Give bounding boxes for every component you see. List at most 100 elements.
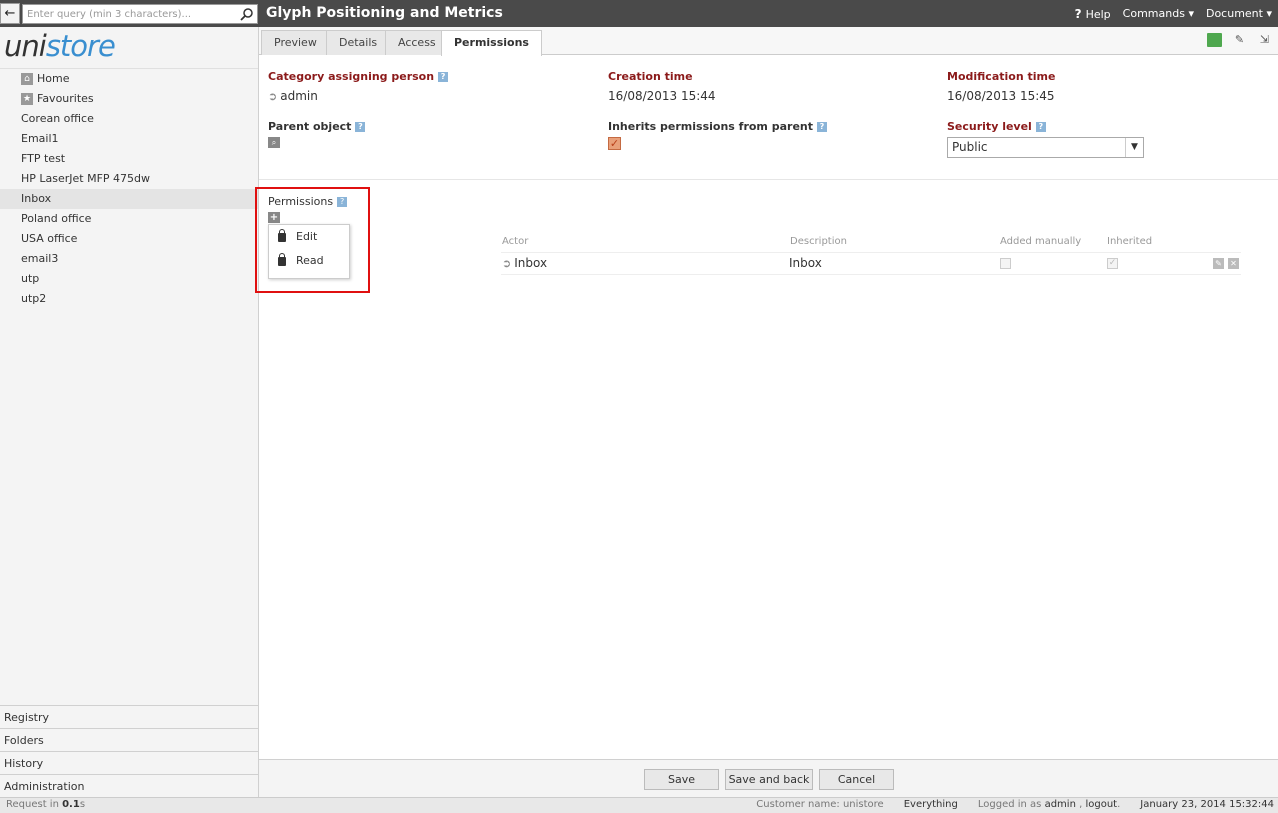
- sidebar-item-poland-office[interactable]: Poland office: [0, 209, 258, 229]
- status-bar: Request in 0.1s Customer name: unistore …: [0, 797, 1278, 813]
- sidebar-item-label: Favourites: [37, 92, 94, 105]
- column-header-actor[interactable]: Actor: [502, 236, 528, 247]
- modification-time-value: 16/08/2013 15:45: [947, 89, 1055, 103]
- sidebar-item-label: utp2: [21, 292, 47, 305]
- sidebar-item-hp-laserjet[interactable]: HP LaserJet MFP 475dw: [0, 169, 258, 189]
- everything-link[interactable]: Everything: [904, 799, 958, 810]
- cancel-button[interactable]: Cancel: [819, 769, 894, 790]
- link-arrow-icon: ➲: [268, 90, 278, 103]
- sidebar-item-email1[interactable]: Email1: [0, 129, 258, 149]
- sidebar-item-label: HP LaserJet MFP 475dw: [21, 172, 151, 185]
- save-and-back-button[interactable]: Save and back: [725, 769, 813, 790]
- status-right: Customer name: unistore Everything Logge…: [756, 799, 1274, 810]
- tab-preview[interactable]: Preview: [261, 30, 330, 55]
- document-menu[interactable]: Document ▾: [1206, 7, 1272, 21]
- modification-time-label: Modification time: [947, 70, 1056, 83]
- parent-object-label-text: Parent object: [268, 120, 352, 133]
- category-person-label: Category assigning person?: [268, 70, 449, 83]
- save-button[interactable]: Save: [644, 769, 719, 790]
- help-icon[interactable]: ?: [817, 122, 827, 132]
- page-title: Glyph Positioning and Metrics: [266, 5, 503, 21]
- request-unit: s: [79, 799, 86, 810]
- section-divider: [259, 179, 1278, 180]
- parent-object-label: Parent object?: [268, 120, 366, 133]
- sidebar-item-favourites[interactable]: ★ Favourites: [0, 89, 258, 109]
- inherits-label: Inherits permissions from parent?: [608, 120, 827, 133]
- sidebar: unistore ⌂ Home ★ Favourites Corean office…: [0, 27, 259, 797]
- category-person-text[interactable]: admin: [280, 89, 318, 103]
- sidebar-item-ftp-test[interactable]: FTP test: [0, 149, 258, 169]
- customer-name: Customer name: unistore: [756, 799, 884, 810]
- panel-registry[interactable]: Registry: [0, 705, 258, 728]
- category-person-value: ➲ admin: [268, 89, 318, 103]
- inherits-checkbox[interactable]: ✓: [608, 137, 621, 150]
- sidebar-item-email3[interactable]: email3: [0, 249, 258, 269]
- tab-access[interactable]: Access: [385, 30, 449, 55]
- tab-permissions[interactable]: Permissions: [441, 30, 542, 56]
- sidebar-item-label: Poland office: [21, 212, 92, 225]
- sidebar-item-inbox[interactable]: Inbox: [0, 189, 258, 209]
- sidebar-item-utp[interactable]: utp: [0, 269, 258, 289]
- panel-history[interactable]: History: [0, 751, 258, 774]
- sidebar-item-label: Email1: [21, 132, 59, 145]
- top-menu: ? Help Commands ▾ Document ▾: [1075, 7, 1272, 21]
- edit-row-icon[interactable]: ✎: [1213, 258, 1224, 269]
- logout-link[interactable]: logout: [1085, 799, 1117, 810]
- help-icon[interactable]: ?: [355, 122, 366, 132]
- commands-menu[interactable]: Commands ▾: [1123, 7, 1194, 21]
- added-manually-checkbox: [1000, 258, 1011, 269]
- request-prefix: Request in: [6, 799, 63, 810]
- sidebar-item-label: utp: [21, 272, 40, 285]
- expand-icon[interactable]: ⇲: [1257, 33, 1272, 47]
- search-box: [22, 4, 258, 24]
- logo-part-uni: uni: [4, 29, 47, 63]
- panel-administration[interactable]: Administration: [0, 774, 258, 797]
- logo-part-store: store: [45, 29, 116, 63]
- inherits-label-text: Inherits permissions from parent: [608, 120, 813, 133]
- help-icon: ?: [1074, 7, 1082, 21]
- description-cell: Inbox: [789, 256, 822, 270]
- edit-pencil-icon[interactable]: ✎: [1232, 33, 1247, 47]
- chevron-down-icon: ▾: [1266, 7, 1272, 20]
- delete-row-icon[interactable]: ✕: [1228, 258, 1239, 269]
- sidebar-bottom-panels: Registry Folders History Administration: [0, 705, 258, 797]
- help-icon[interactable]: ?: [1035, 122, 1046, 132]
- category-person-label-text: Category assigning person: [268, 70, 435, 83]
- magnifier-icon[interactable]: ⌕: [268, 137, 280, 148]
- column-header-description[interactable]: Description: [790, 236, 847, 247]
- footer-bar: Save Save and back Cancel: [259, 759, 1278, 797]
- commands-label: Commands: [1122, 7, 1185, 20]
- column-header-inherited[interactable]: Inherited: [1107, 236, 1152, 247]
- request-time-value: 0.1: [62, 799, 80, 810]
- logged-in-label: Logged in as: [977, 799, 1042, 810]
- sidebar-item-label: FTP test: [21, 152, 66, 165]
- star-icon: ★: [21, 93, 33, 105]
- tab-details[interactable]: Details: [326, 30, 391, 55]
- sidebar-item-usa-office[interactable]: USA office: [0, 229, 258, 249]
- help-icon[interactable]: ?: [438, 72, 449, 82]
- sidebar-item-corean-office[interactable]: Corean office: [0, 109, 258, 129]
- tab-bar: Preview Details Access Permissions ✎ ⇲: [259, 27, 1278, 56]
- sidebar-item-utp2[interactable]: utp2: [0, 289, 258, 309]
- table-header-line: [501, 252, 1241, 253]
- column-header-added-manually[interactable]: Added manually: [1000, 236, 1081, 247]
- security-level-select[interactable]: Public ▼: [947, 137, 1144, 158]
- panel-folders[interactable]: Folders: [0, 728, 258, 751]
- user-link[interactable]: admin: [1045, 799, 1076, 810]
- logo[interactable]: unistore: [4, 29, 116, 63]
- actor-cell: ➲ Inbox: [502, 256, 547, 270]
- top-bar: ← Glyph Positioning and Metrics ?Help Co…: [0, 0, 1278, 27]
- search-icon[interactable]: [240, 7, 254, 21]
- actor-text[interactable]: Inbox: [514, 256, 547, 270]
- sidebar-item-label: USA office: [21, 232, 78, 245]
- search-input[interactable]: [23, 5, 235, 23]
- chevron-down-icon: ▾: [1188, 7, 1194, 20]
- back-arrow-icon[interactable]: ←: [0, 3, 20, 24]
- datetime: January 23, 2014 15:32:44: [1140, 799, 1274, 810]
- grid-view-icon[interactable]: [1207, 33, 1222, 47]
- security-level-label-text: Security level: [947, 120, 1032, 133]
- sidebar-list: ⌂ Home ★ Favourites Corean office Email1 F…: [0, 68, 258, 309]
- document-label: Document: [1205, 7, 1263, 20]
- help-menu[interactable]: ? Help: [1075, 7, 1111, 21]
- sidebar-item-home[interactable]: ⌂ Home: [0, 69, 258, 89]
